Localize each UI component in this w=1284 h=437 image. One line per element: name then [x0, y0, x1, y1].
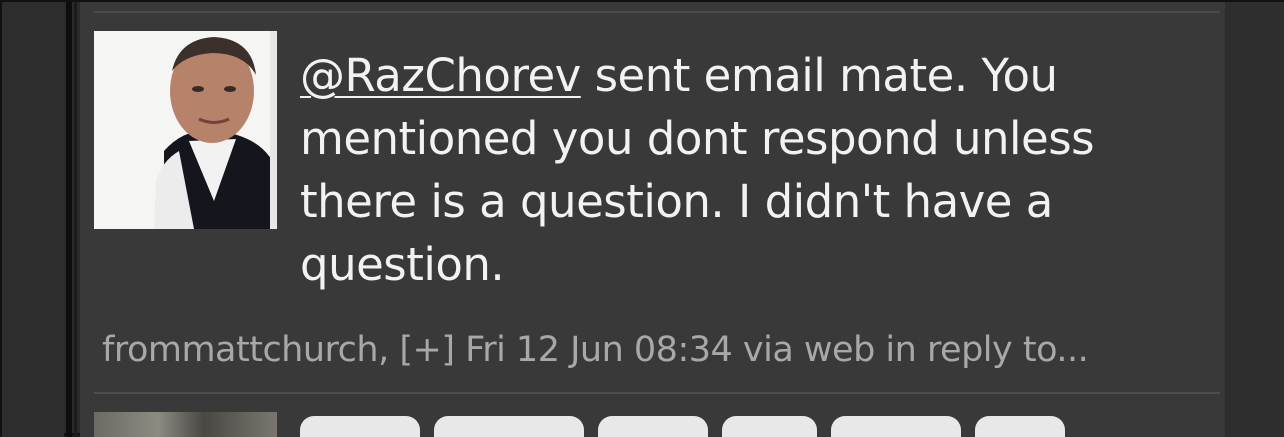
next-tweet-text-cropped: [300, 416, 1200, 437]
left-border-shadow: [74, 2, 77, 437]
next-tweet-item[interactable]: [94, 400, 1220, 437]
scrollbar-track[interactable]: [1225, 2, 1284, 437]
tweet-divider: [94, 392, 1220, 394]
left-gutter: [2, 2, 64, 437]
tweet-item[interactable]: @RazChorev sent email mate. You mentione…: [94, 16, 1220, 392]
top-divider: [94, 11, 1220, 13]
app-window: @RazChorev sent email mate. You mentione…: [0, 0, 1284, 437]
avatar-photo: [94, 31, 277, 229]
tweet-text: @RazChorev sent email mate. You mentione…: [300, 44, 1220, 296]
user-avatar[interactable]: [94, 31, 277, 229]
next-user-avatar[interactable]: [94, 412, 277, 437]
left-border-rule: [66, 2, 72, 437]
mention-link[interactable]: @RazChorev: [300, 49, 581, 102]
tweet-meta[interactable]: frommattchurch, [+] Fri 12 Jun 08:34 via…: [102, 328, 1089, 372]
